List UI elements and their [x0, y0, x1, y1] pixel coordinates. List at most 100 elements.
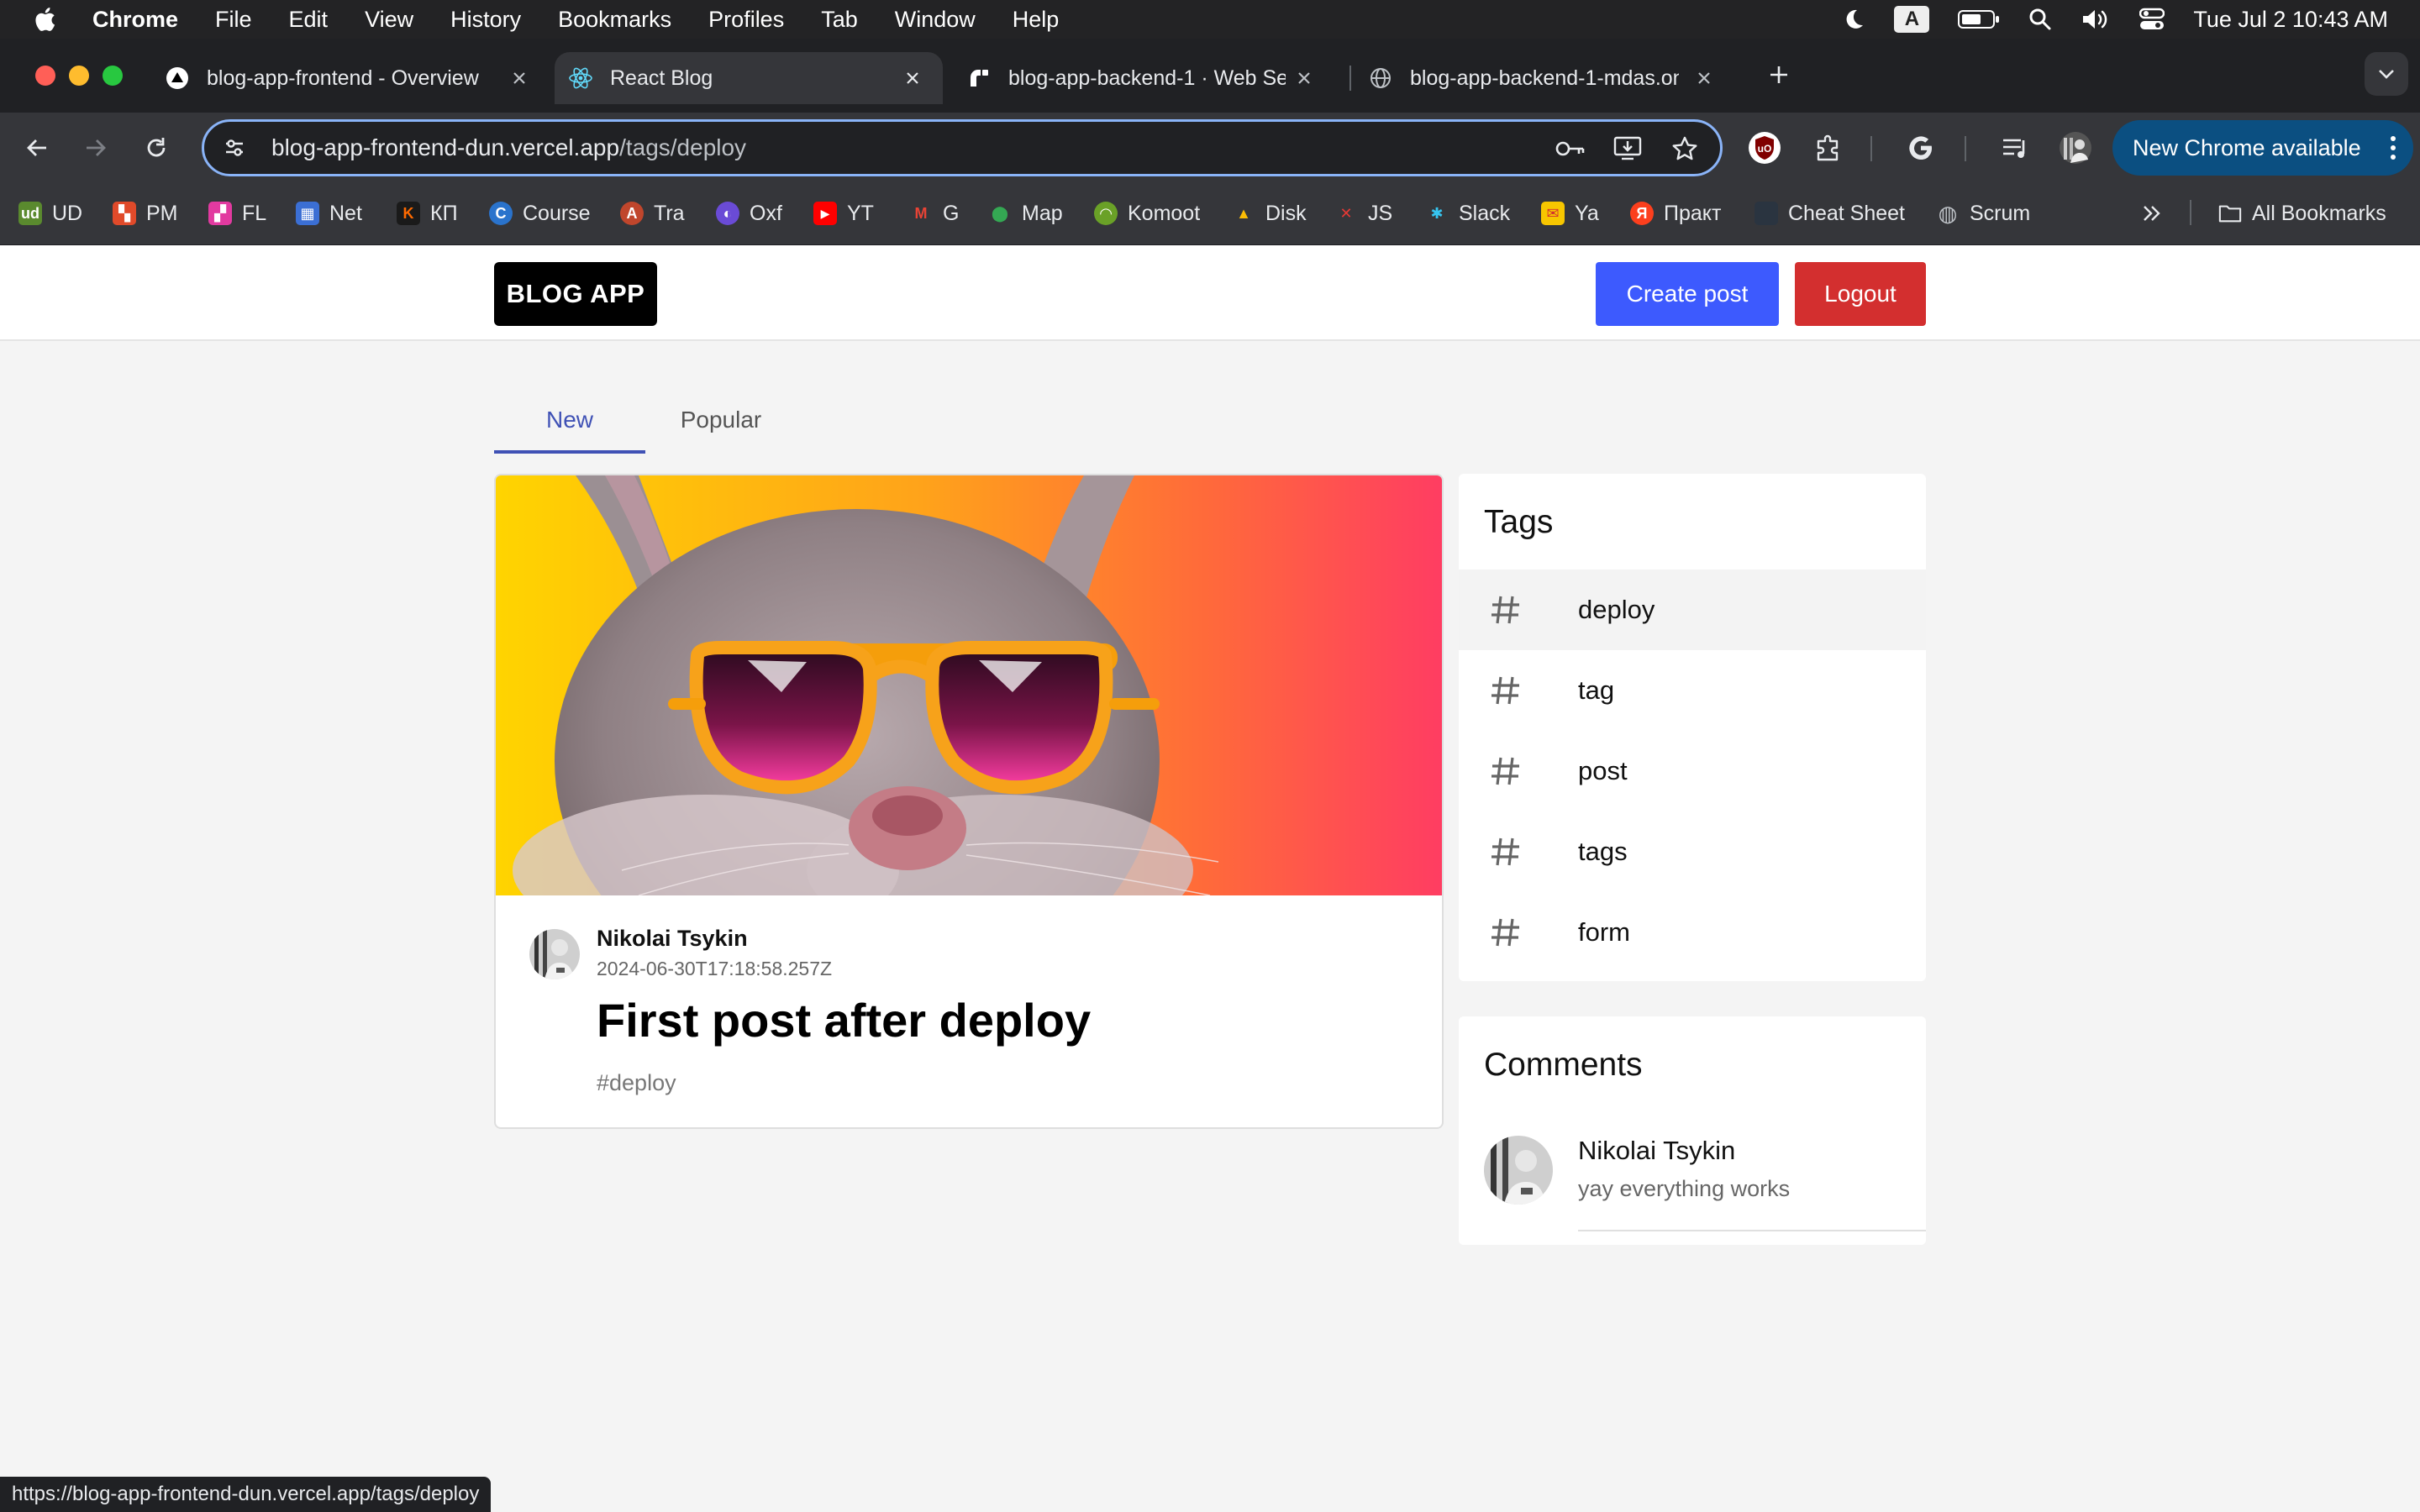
- tab-new[interactable]: New: [494, 386, 645, 454]
- menu-window[interactable]: Window: [895, 7, 976, 33]
- google-icon[interactable]: [1904, 131, 1938, 165]
- bookmark-prakt[interactable]: Я Практ: [1630, 197, 1721, 230]
- menu-tab[interactable]: Tab: [821, 7, 858, 33]
- tag-item-deploy[interactable]: deploy: [1459, 570, 1926, 650]
- battery-icon[interactable]: [1958, 5, 2000, 34]
- bookmark-yt[interactable]: ▶ YT: [813, 197, 874, 230]
- bookmark-ud[interactable]: ud UD: [18, 197, 82, 230]
- oxford-icon: ◐: [716, 202, 739, 225]
- tab-search-button[interactable]: [2365, 52, 2408, 96]
- profile-avatar[interactable]: [2059, 131, 2092, 165]
- bookmarks-separator: [2190, 200, 2191, 225]
- tag-item-post[interactable]: post: [1459, 731, 1926, 811]
- tag-item-tags[interactable]: tags: [1459, 811, 1926, 892]
- spotlight-search-icon[interactable]: [2028, 5, 2052, 34]
- tag-item-form[interactable]: form: [1459, 892, 1926, 973]
- new-tab-button[interactable]: [1765, 60, 1793, 89]
- browser-tab-vercel[interactable]: blog-app-frontend - Overview: [165, 52, 550, 104]
- bookmark-label: FL: [242, 201, 267, 225]
- volume-icon[interactable]: [2081, 5, 2111, 34]
- bookmark-fl[interactable]: ▞ FL: [208, 197, 266, 230]
- browser-tab-react-blog[interactable]: React Blog: [555, 52, 943, 104]
- bookmark-course[interactable]: C Course: [489, 197, 591, 230]
- bookmark-tra[interactable]: A Tra: [620, 197, 685, 230]
- focus-moon-icon[interactable]: [1842, 5, 1865, 34]
- bookmark-ya[interactable]: ✉ Ya: [1541, 197, 1599, 230]
- menu-history[interactable]: History: [450, 7, 521, 33]
- post-title[interactable]: First post after deploy: [597, 993, 1091, 1047]
- bookmark-star-icon[interactable]: [1670, 134, 1700, 164]
- bookmark-cheat-sheet[interactable]: Cheat Sheet: [1754, 197, 1905, 230]
- ublock-origin-icon[interactable]: uO: [1748, 131, 1781, 165]
- menu-file[interactable]: File: [215, 7, 252, 33]
- bookmark-oxf[interactable]: ◐ Oxf: [716, 197, 782, 230]
- post-tag[interactable]: #deploy: [597, 1070, 676, 1096]
- bookmarks-bar: ud UD ▚ PM ▞ FL ▦ Net K КП C Course A Tr…: [0, 183, 2420, 245]
- minimize-window-button[interactable]: [69, 66, 89, 86]
- address-url[interactable]: blog-app-frontend-dun.vercel.app/tags/de…: [271, 134, 746, 161]
- bookmark-label: Komoot: [1128, 201, 1201, 225]
- more-menu-icon[interactable]: [2390, 135, 2396, 166]
- close-tab-icon[interactable]: [508, 66, 531, 90]
- menu-view[interactable]: View: [365, 7, 413, 33]
- back-button[interactable]: [18, 129, 55, 166]
- tag-label: form: [1578, 917, 1630, 947]
- browser-tab-backend-site[interactable]: blog-app-backend-1-mdas.onr: [1368, 52, 1734, 104]
- tab-popular[interactable]: Popular: [645, 386, 797, 454]
- extensions-puzzle-icon[interactable]: [1812, 131, 1845, 165]
- bookmark-js[interactable]: ✕ JS: [1334, 197, 1392, 230]
- apple-icon[interactable]: [34, 7, 59, 32]
- input-source-indicator[interactable]: A: [1894, 6, 1930, 33]
- bookmark-komoot[interactable]: ◠ Komoot: [1094, 197, 1200, 230]
- bookmark-scrum[interactable]: ◍ Scrum: [1936, 197, 2031, 230]
- new-chrome-available-button[interactable]: New Chrome available: [2112, 120, 2413, 176]
- hashtag-icon: [1491, 596, 1519, 624]
- address-bar[interactable]: blog-app-frontend-dun.vercel.app/tags/de…: [202, 119, 1723, 176]
- rabbit-in-sunglasses-image[interactable]: [496, 475, 1442, 895]
- tab-title: blog-app-backend-1 · Web Se: [1008, 66, 1286, 90]
- bookmark-pm[interactable]: ▚ PM: [113, 197, 178, 230]
- menu-bookmarks[interactable]: Bookmarks: [558, 7, 671, 33]
- menu-app-chrome[interactable]: Chrome: [92, 7, 178, 33]
- reload-button[interactable]: [138, 129, 175, 166]
- reading-list-icon[interactable]: [1998, 131, 2032, 165]
- bookmark-map[interactable]: ⬤ Map: [988, 197, 1063, 230]
- tab-title: React Blog: [610, 66, 713, 90]
- zoom-window-button[interactable]: [103, 66, 123, 86]
- bookmark-kp[interactable]: K КП: [397, 197, 458, 230]
- menu-profiles[interactable]: Profiles: [708, 7, 784, 33]
- close-tab-icon[interactable]: [1692, 66, 1716, 90]
- translate-icon: A: [620, 202, 644, 225]
- create-post-button[interactable]: Create post: [1596, 262, 1779, 326]
- forward-button[interactable]: [77, 129, 114, 166]
- close-tab-icon[interactable]: [901, 66, 924, 90]
- blog-app-logo[interactable]: BLOG APP: [494, 262, 657, 326]
- browser-tab-render-backend[interactable]: blog-app-backend-1 · Web Se: [966, 52, 1334, 104]
- comment-avatar[interactable]: [1484, 1136, 1553, 1205]
- password-key-icon[interactable]: [1555, 134, 1586, 164]
- author-avatar[interactable]: [529, 929, 580, 979]
- browser-toolbar: blog-app-frontend-dun.vercel.app/tags/de…: [0, 113, 2420, 183]
- close-tab-icon[interactable]: [1292, 66, 1316, 90]
- bookmark-g[interactable]: M G: [909, 197, 960, 230]
- post-author-name[interactable]: Nikolai Tsykin: [597, 926, 748, 952]
- bookmark-net[interactable]: ▦ Net: [296, 197, 362, 230]
- site-info-icon[interactable]: [219, 133, 250, 163]
- bookmark-disk[interactable]: ▲ Disk: [1232, 197, 1307, 230]
- bookmark-label: Cheat Sheet: [1788, 201, 1905, 225]
- install-app-icon[interactable]: [1612, 134, 1643, 164]
- logout-button[interactable]: Logout: [1795, 262, 1926, 326]
- all-bookmarks-button[interactable]: All Bookmarks: [2218, 197, 2386, 230]
- tab-separator: [1349, 66, 1351, 91]
- more-bookmarks-button[interactable]: [2141, 197, 2163, 230]
- bookmark-label: JS: [1368, 201, 1393, 225]
- bookmark-slack[interactable]: ✱ Slack: [1425, 197, 1510, 230]
- folder-icon: [2218, 202, 2242, 225]
- menu-bar-clock[interactable]: Tue Jul 2 10:43 AM: [2193, 7, 2388, 33]
- tag-item-tag[interactable]: tag: [1459, 650, 1926, 731]
- menu-help[interactable]: Help: [1013, 7, 1060, 33]
- control-center-icon[interactable]: [2139, 5, 2165, 34]
- menu-edit[interactable]: Edit: [289, 7, 329, 33]
- post-card[interactable]: Nikolai Tsykin 2024-06-30T17:18:58.257Z …: [494, 474, 1444, 1129]
- close-window-button[interactable]: [35, 66, 55, 86]
